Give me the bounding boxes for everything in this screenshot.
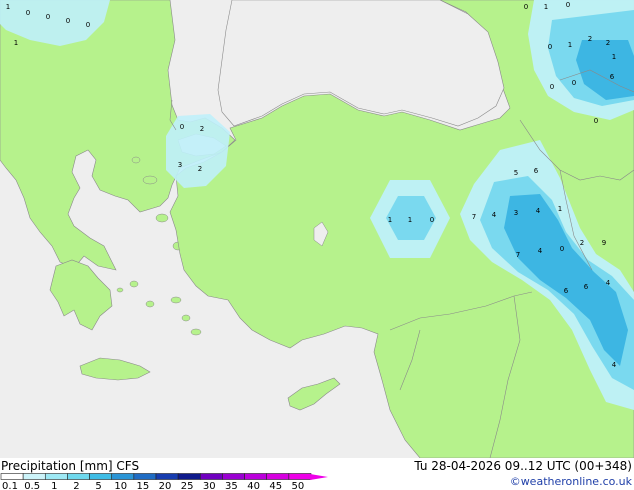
precip-value-label: 5 [514, 169, 518, 177]
color-scale-label: 5 [95, 481, 101, 490]
precip-value-label: 7 [472, 213, 476, 221]
color-scale-arrow [310, 474, 328, 480]
color-scale-label: 0.5 [24, 481, 40, 490]
precip-value-label: 1 [568, 41, 572, 49]
precip-value-label: 6 [564, 287, 569, 295]
precip-value-label: 6 [584, 283, 589, 291]
color-scale-label: 2 [73, 481, 79, 490]
color-scale-box [22, 473, 46, 480]
precipitation-map: 10 0 0 00 1 01 2102160000 23 21 1 05 67 4 3 4 12 97 4 06 6 4… [0, 0, 634, 458]
color-scale-box [266, 473, 290, 480]
precip-value-label: 2 [198, 165, 202, 173]
color-scale-box [288, 473, 312, 480]
precip-value-label: 0 [46, 13, 50, 21]
precip-value-label: 0 [180, 123, 184, 131]
color-scale-label: 15 [136, 481, 149, 490]
color-scale-box [199, 473, 223, 480]
precip-value-label: 0 [550, 83, 554, 91]
map-title: Precipitation [mm] CFS [1, 459, 140, 473]
valid-time: Tu 28-04-2026 09..12 UTC (00+348) [414, 459, 632, 473]
precip-value-label: 0 [524, 3, 528, 11]
precip-value-label: 6 [534, 167, 539, 175]
precip-value-label: 1 [388, 216, 392, 224]
credit-link[interactable]: ©weatheronline.co.uk [510, 475, 632, 488]
color-scale-labels: 0.1 0.5 1 2 5 10 15 20 25 30 35 40 45 50 [2, 481, 304, 490]
precip-value-label: 4 [492, 211, 497, 219]
precip-value-label: 0 [594, 117, 598, 125]
color-scale-box [155, 473, 179, 480]
color-scale-box [44, 473, 68, 480]
color-scale-label: 1 [51, 481, 57, 490]
precip-value-label: 0 [560, 245, 564, 253]
color-scale-box [67, 473, 90, 480]
precip-value-label: 4 [536, 207, 541, 215]
color-scale-label: 20 [159, 481, 172, 490]
precip-value-label: 0 [548, 43, 552, 51]
precip-value-label: 3 [514, 209, 518, 217]
color-scale-label: 40 [247, 481, 260, 490]
precip-value-label: 1 [14, 39, 18, 47]
precip-value-label: 3 [178, 161, 182, 169]
color-scale-box [244, 473, 268, 480]
color-scale-box [0, 473, 24, 480]
precip-value-label: 7 [516, 251, 520, 259]
precip-value-label: 0 [430, 216, 434, 224]
precip-value-label: 1 [612, 53, 616, 61]
color-scale-label: 0.1 [2, 481, 18, 490]
color-scale-label: 30 [203, 481, 216, 490]
color-scale-box [89, 473, 113, 480]
color-scale-box [111, 473, 135, 480]
color-scale-label: 45 [269, 481, 282, 490]
color-scale-legend: 0.1 0.5 1 2 5 10 15 20 25 30 35 40 45 50 [0, 473, 328, 490]
sea-black-sea [217, 0, 505, 127]
precip-value-label: 0 [86, 21, 90, 29]
precip-value-label: 2 [588, 35, 592, 43]
color-scale-label: 25 [181, 481, 194, 490]
precip-value-label: 1 [544, 3, 548, 11]
color-scale-box [177, 473, 201, 480]
color-scale-label: 35 [225, 481, 238, 490]
precip-value-label: 1 [6, 3, 10, 11]
precip-value-label: 4 [606, 279, 611, 287]
precip-value-label: 2 [580, 239, 584, 247]
color-scale-box [133, 473, 157, 480]
precip-value-label: 4 [538, 247, 543, 255]
precip-value-label: 9 [602, 239, 606, 247]
precip-value-label: 0 [26, 9, 30, 17]
precip-value-label: 0 [66, 17, 70, 25]
precip-value-label: 2 [200, 125, 204, 133]
color-scale-box [222, 473, 245, 480]
color-scale-label: 10 [114, 481, 127, 490]
color-scale-label: 50 [291, 481, 304, 490]
precip-value-label: 2 [606, 39, 610, 47]
precip-value-label: 1 [558, 205, 562, 213]
color-scale-boxes [0, 473, 312, 480]
precip-value-label: 6 [610, 73, 615, 81]
precip-value-label: 1 [408, 216, 412, 224]
precip-value-label: 4 [612, 361, 617, 369]
precip-value-label: 0 [572, 79, 576, 87]
precip-value-label: 0 [566, 1, 570, 9]
